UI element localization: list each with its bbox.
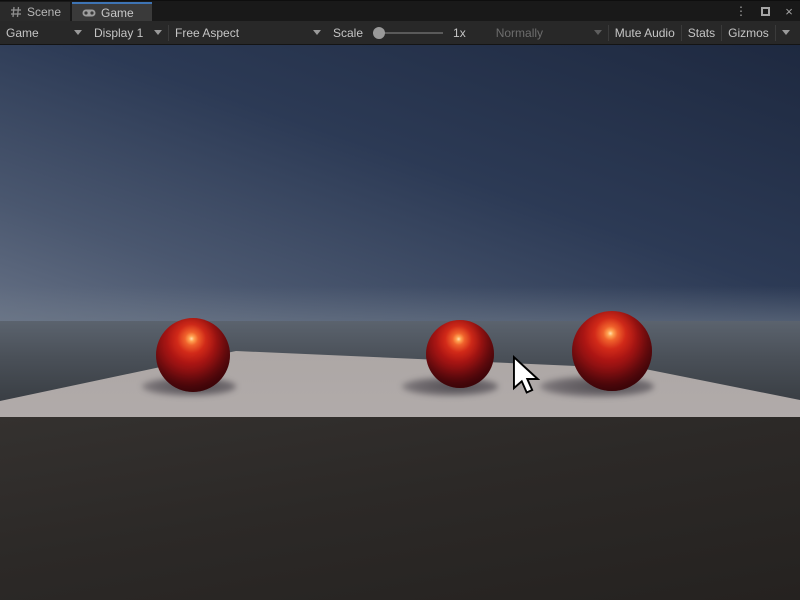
gizmos-button[interactable]: Gizmos — [722, 21, 775, 45]
game-viewport[interactable] — [0, 45, 800, 600]
maximize-box — [761, 7, 770, 16]
scene-grid-icon — [10, 6, 22, 18]
display-dropdown[interactable]: Display 1 — [88, 21, 168, 45]
stats-button[interactable]: Stats — [682, 21, 721, 45]
chevron-down-icon — [313, 30, 321, 35]
chevron-down-icon — [154, 30, 162, 35]
gizmos-dropdown-arrow[interactable] — [776, 21, 796, 45]
scale-slider[interactable] — [373, 21, 443, 45]
red-sphere-right[interactable] — [572, 311, 652, 391]
play-focus-label: Normally — [496, 26, 543, 40]
window-controls: ⋮ × — [734, 1, 796, 21]
mute-audio-button[interactable]: Mute Audio — [609, 21, 681, 45]
game-view-mode-dropdown[interactable]: Game — [0, 21, 88, 45]
unity-game-view-window: Scene Game ⋮ × Game Display 1 — [0, 0, 800, 600]
tab-game[interactable]: Game — [72, 2, 152, 22]
chevron-down-icon — [782, 30, 790, 35]
tab-scene[interactable]: Scene — [0, 2, 70, 22]
scale-slider-knob[interactable] — [373, 27, 385, 39]
display-label: Display 1 — [94, 26, 143, 40]
game-view-toolbar: Game Display 1 Free Aspect Scale 1x Norm… — [0, 21, 800, 45]
gamepad-icon — [82, 8, 96, 18]
tab-scene-label: Scene — [27, 5, 61, 19]
mouse-cursor-icon — [513, 355, 540, 400]
red-sphere-left[interactable] — [156, 318, 230, 392]
foreground-void — [0, 417, 800, 600]
sky-gradient — [0, 45, 800, 322]
chevron-down-icon — [594, 30, 602, 35]
scale-value: 1x — [447, 21, 472, 45]
maximize-icon[interactable] — [758, 3, 772, 19]
chevron-down-icon — [74, 30, 82, 35]
kebab-menu-icon[interactable]: ⋮ — [734, 3, 748, 19]
close-icon[interactable]: × — [782, 3, 796, 19]
play-focus-dropdown[interactable]: Normally — [490, 21, 608, 45]
aspect-ratio-dropdown[interactable]: Free Aspect — [169, 21, 327, 45]
aspect-ratio-label: Free Aspect — [175, 26, 239, 40]
game-view-mode-label: Game — [6, 26, 39, 40]
scale-label: Scale — [327, 21, 369, 45]
tab-game-label: Game — [101, 6, 134, 20]
red-sphere-center[interactable] — [426, 320, 494, 388]
tab-bar: Scene Game ⋮ × — [0, 0, 800, 21]
